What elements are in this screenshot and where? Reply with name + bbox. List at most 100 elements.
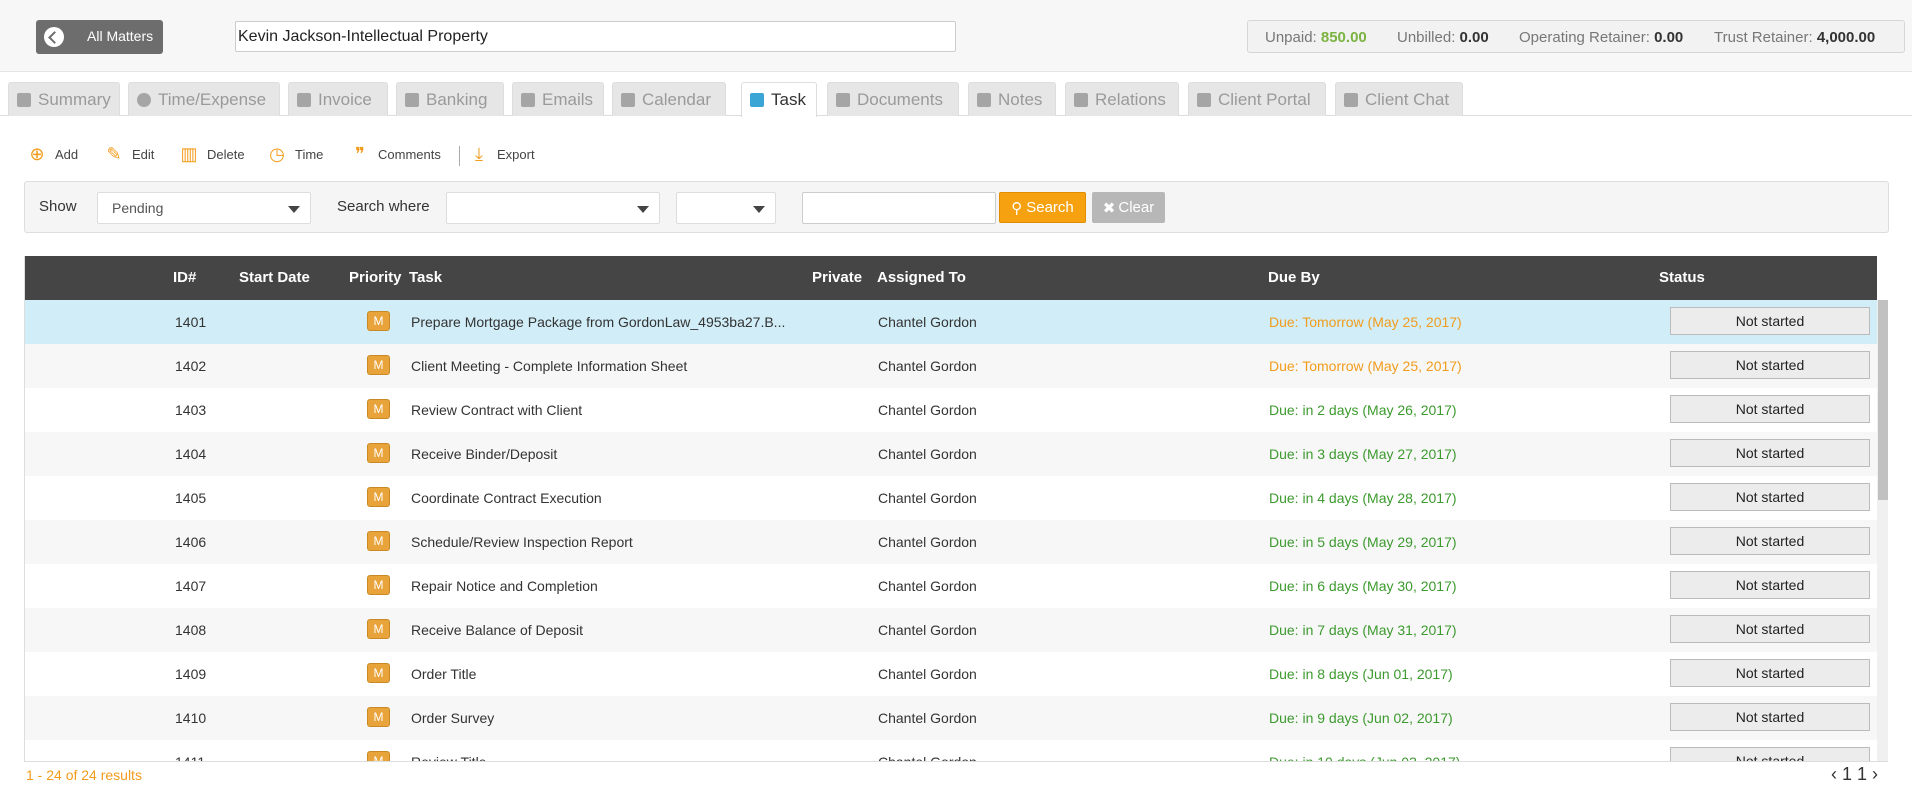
tab-documents[interactable]: Documents bbox=[827, 82, 959, 116]
status-button[interactable]: Not started bbox=[1670, 351, 1870, 379]
table-row[interactable]: 1409 M Order Title Chantel Gordon Due: in 8 … bbox=[25, 652, 1877, 696]
unpaid-balance: Unpaid: 850.00 bbox=[1265, 29, 1367, 46]
tab-invoice[interactable]: Invoice bbox=[288, 82, 388, 116]
status-button[interactable]: Not started bbox=[1670, 571, 1870, 599]
show-select[interactable]: Pending bbox=[97, 192, 311, 224]
due-by: Due: in 8 days (Jun 01, 2017) bbox=[1269, 666, 1453, 682]
caret-down-icon bbox=[753, 206, 765, 213]
table-row[interactable]: 1403 M Review Contract with Client Chantel … bbox=[25, 388, 1877, 432]
users-icon bbox=[1074, 92, 1088, 107]
priority-badge: M bbox=[367, 355, 390, 375]
table-row[interactable]: 1402 M Client Meeting - Complete Informati… bbox=[25, 344, 1877, 388]
tab-emails[interactable]: Emails bbox=[512, 82, 604, 116]
tab-time-expense[interactable]: Time/Expense bbox=[128, 82, 280, 116]
task-name: Review Title bbox=[411, 754, 486, 761]
tab-client-chat[interactable]: Client Chat bbox=[1335, 82, 1463, 116]
task-id: 1401 bbox=[175, 314, 207, 330]
status-button[interactable]: Not started bbox=[1670, 439, 1870, 467]
show-label: Show bbox=[39, 198, 77, 215]
table-scrollbar[interactable] bbox=[1877, 300, 1888, 761]
tab-relations[interactable]: Relations bbox=[1065, 82, 1179, 116]
priority-badge: M bbox=[367, 751, 390, 761]
task-id: 1403 bbox=[175, 402, 207, 418]
due-by: Due: in 7 days (May 31, 2017) bbox=[1269, 622, 1457, 638]
priority-badge: M bbox=[367, 399, 390, 419]
status-button[interactable]: Not started bbox=[1670, 395, 1870, 423]
table-row[interactable]: 1406 M Schedule/Review Inspection Report Ch… bbox=[25, 520, 1877, 564]
table-row[interactable]: 1407 M Repair Notice and Completion Chantel… bbox=[25, 564, 1877, 608]
comments-button[interactable]: ❞ Comments bbox=[350, 144, 441, 164]
search-where-select[interactable] bbox=[446, 192, 660, 224]
column-task[interactable]: Task bbox=[409, 269, 442, 286]
delete-button[interactable]: ▥ Delete bbox=[179, 144, 244, 164]
column-private[interactable]: Private bbox=[812, 269, 862, 286]
clock-icon bbox=[137, 92, 151, 107]
tab-client-portal[interactable]: Client Portal bbox=[1188, 82, 1326, 116]
status-button[interactable]: Not started bbox=[1670, 615, 1870, 643]
task-toolbar: ⊕ Add ✎ Edit ▥ Delete ◷ Time ❞ Comments ⤓ Expo… bbox=[0, 140, 700, 172]
priority-badge: M bbox=[367, 487, 390, 507]
tab-banking[interactable]: Banking bbox=[396, 82, 504, 116]
task-id: 1411 bbox=[175, 754, 205, 761]
column-assigned-to[interactable]: Assigned To bbox=[877, 269, 966, 286]
user-portal-icon bbox=[1197, 92, 1211, 107]
search-button[interactable]: ⚲ Search bbox=[999, 192, 1086, 223]
all-matters-button[interactable]: All Matters bbox=[36, 20, 163, 54]
status-button[interactable]: Not started bbox=[1670, 747, 1870, 761]
edit-button[interactable]: ✎ Edit bbox=[104, 144, 154, 164]
task-name: Receive Binder/Deposit bbox=[411, 446, 558, 462]
status-button[interactable]: Not started bbox=[1670, 307, 1870, 335]
column-due-by[interactable]: Due By bbox=[1268, 269, 1320, 286]
edit-icon: ✎ bbox=[106, 144, 122, 164]
priority-badge: M bbox=[367, 575, 390, 595]
due-by: Due: in 9 days (Jun 02, 2017) bbox=[1269, 710, 1453, 726]
file-icon bbox=[977, 92, 991, 107]
tab-summary[interactable]: Summary bbox=[8, 82, 120, 116]
table-row[interactable]: 1411 M Review Title Chantel Gordon Due: in 1… bbox=[25, 740, 1877, 761]
tab-notes[interactable]: Notes bbox=[968, 82, 1056, 116]
column-id[interactable]: ID# bbox=[173, 269, 196, 286]
column-priority[interactable]: Priority bbox=[349, 269, 402, 286]
download-icon: ⤓ bbox=[475, 144, 483, 164]
balances-panel: Unpaid: 850.00 Unbilled: 0.00 Operating … bbox=[1247, 20, 1905, 53]
export-button[interactable]: ⤓ Export bbox=[469, 144, 535, 164]
column-status[interactable]: Status bbox=[1659, 269, 1705, 286]
status-button[interactable]: Not started bbox=[1670, 527, 1870, 555]
due-by: Due: Tomorrow (May 25, 2017) bbox=[1269, 314, 1462, 330]
due-by: Due: in 10 days (Jun 03, 2017) bbox=[1269, 754, 1460, 761]
assigned-to: Chantel Gordon bbox=[878, 446, 977, 462]
column-start-date[interactable]: Start Date bbox=[239, 269, 310, 286]
pagination[interactable]: ‹ 1 1 › bbox=[1831, 764, 1878, 785]
task-id: 1408 bbox=[175, 622, 207, 638]
plus-circle-icon: ⊕ bbox=[29, 144, 45, 164]
matter-name-field[interactable]: Kevin Jackson-Intellectual Property bbox=[235, 21, 956, 52]
task-id: 1402 bbox=[175, 358, 207, 374]
operator-select[interactable] bbox=[676, 192, 776, 224]
scrollbar-thumb[interactable] bbox=[1878, 300, 1888, 500]
tab-bar: Summary Time/Expense Invoice Banking Ema… bbox=[0, 82, 1912, 117]
status-button[interactable]: Not started bbox=[1670, 483, 1870, 511]
tab-task[interactable]: Task bbox=[741, 82, 817, 117]
due-by: Due: in 5 days (May 29, 2017) bbox=[1269, 534, 1457, 550]
task-id: 1405 bbox=[175, 490, 207, 506]
table-row[interactable]: 1404 M Receive Binder/Deposit Chantel Gordo… bbox=[25, 432, 1877, 476]
search-icon: ⚲ bbox=[1011, 199, 1023, 217]
due-by: Due: in 4 days (May 28, 2017) bbox=[1269, 490, 1457, 506]
assigned-to: Chantel Gordon bbox=[878, 402, 977, 418]
task-name: Order Survey bbox=[411, 710, 495, 726]
tab-calendar[interactable]: Calendar bbox=[612, 82, 726, 116]
table-row[interactable]: 1408 M Receive Balance of Deposit Chantel G… bbox=[25, 608, 1877, 652]
status-button[interactable]: Not started bbox=[1670, 659, 1870, 687]
arrow-left-icon bbox=[44, 27, 64, 47]
status-button[interactable]: Not started bbox=[1670, 703, 1870, 731]
assigned-to: Chantel Gordon bbox=[878, 534, 977, 550]
add-button[interactable]: ⊕ Add bbox=[27, 144, 78, 164]
close-icon: ✖ bbox=[1102, 199, 1116, 217]
table-row[interactable]: 1410 M Order Survey Chantel Gordon Due: in 9… bbox=[25, 696, 1877, 740]
toolbar-divider bbox=[459, 146, 460, 166]
time-button[interactable]: ◷ Time bbox=[267, 144, 323, 164]
clear-button[interactable]: ✖ Clear bbox=[1092, 192, 1165, 223]
search-input[interactable] bbox=[802, 192, 996, 224]
table-row[interactable]: 1405 M Coordinate Contract Execution Chante… bbox=[25, 476, 1877, 520]
table-row[interactable]: 1401 M Prepare Mortgage Package from Gordo… bbox=[25, 300, 1877, 344]
